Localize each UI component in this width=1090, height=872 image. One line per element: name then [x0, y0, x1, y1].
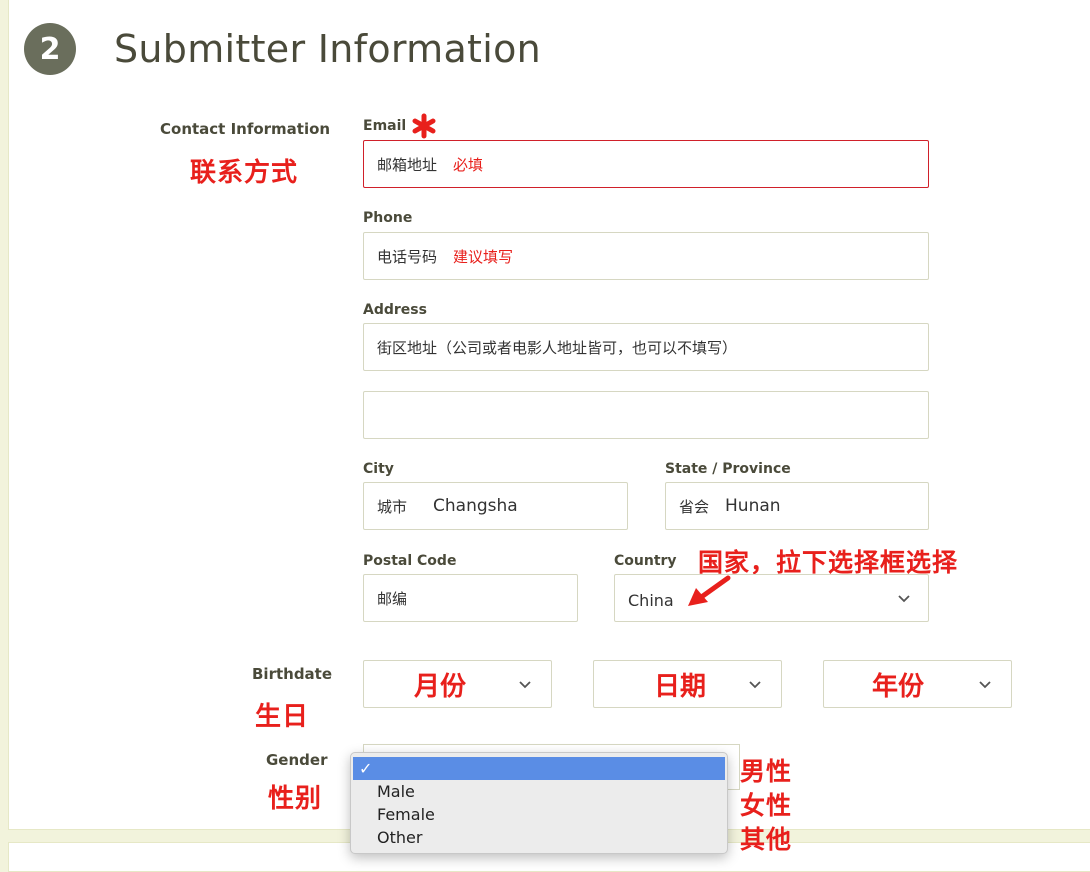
address-line2-field[interactable]	[363, 391, 929, 439]
birth-month-value: 月份	[414, 671, 467, 702]
postal-code-field[interactable]: 邮编	[363, 574, 578, 622]
gender-option-other[interactable]: Other	[351, 826, 727, 849]
country-select[interactable]: China	[614, 574, 929, 622]
city-field[interactable]: 城市 Changsha	[363, 482, 628, 530]
city-hint: 城市	[377, 497, 408, 516]
country-label: Country	[614, 553, 677, 569]
birth-day-select[interactable]: 日期	[593, 660, 782, 708]
email-required-note: 必填	[453, 155, 484, 174]
asterisk-icon	[412, 113, 436, 139]
address-line1-field[interactable]: 街区地址（公司或者电影人地址皆可，也可以不填写）	[363, 323, 929, 371]
email-label: Email	[363, 118, 407, 134]
phone-field[interactable]: 电话号码 建议填写	[363, 232, 929, 280]
postal-code-label: Postal Code	[363, 553, 457, 569]
address-label: Address	[363, 302, 427, 318]
other-annotation: 其他	[740, 825, 793, 854]
contact-annotation: 联系方式	[190, 158, 299, 188]
gender-option-male[interactable]: Male	[351, 780, 727, 803]
birthdate-label: Birthdate	[252, 665, 333, 683]
email-placeholder: 邮箱地址	[377, 155, 438, 174]
state-value: Hunan	[725, 496, 781, 516]
country-value: China	[628, 590, 674, 610]
gender-annotation: 性别	[268, 784, 323, 814]
city-label: City	[363, 461, 394, 477]
birth-day-value: 日期	[654, 671, 707, 702]
birth-year-select[interactable]: 年份	[823, 660, 1012, 708]
phone-label: Phone	[363, 210, 413, 226]
gender-option-blank[interactable]: ✓	[353, 757, 725, 780]
state-field[interactable]: 省会 Hunan	[665, 482, 929, 530]
contact-info-label: Contact Information	[160, 120, 331, 138]
birth-month-select[interactable]: 月份	[363, 660, 552, 708]
address-line1-placeholder: 街区地址（公司或者电影人地址皆可，也可以不填写）	[377, 338, 738, 357]
female-annotation: 女性	[740, 791, 793, 820]
email-field[interactable]: 邮箱地址 必填	[363, 140, 929, 188]
state-hint: 省会	[679, 497, 710, 516]
gender-label: Gender	[266, 751, 328, 769]
gender-dropdown-menu: ✓ Male Female Other	[350, 752, 728, 854]
postal-code-hint: 邮编	[377, 589, 408, 608]
phone-note: 建议填写	[453, 247, 514, 266]
chevron-down-icon	[898, 595, 910, 603]
gender-option-female[interactable]: Female	[351, 803, 727, 826]
city-value: Changsha	[433, 496, 518, 516]
birthdate-annotation: 生日	[255, 702, 310, 732]
step-number-badge: 2	[24, 23, 76, 75]
arrow-icon	[688, 575, 731, 606]
chevron-down-icon	[979, 681, 991, 689]
state-label: State / Province	[665, 461, 791, 477]
chevron-down-icon	[519, 681, 531, 689]
chevron-down-icon	[749, 681, 761, 689]
male-annotation: 男性	[740, 757, 793, 786]
phone-placeholder: 电话号码	[377, 247, 438, 266]
checkmark-icon: ✓	[359, 759, 373, 778]
birth-year-value: 年份	[872, 671, 925, 702]
section-title: Submitter Information	[114, 27, 542, 71]
